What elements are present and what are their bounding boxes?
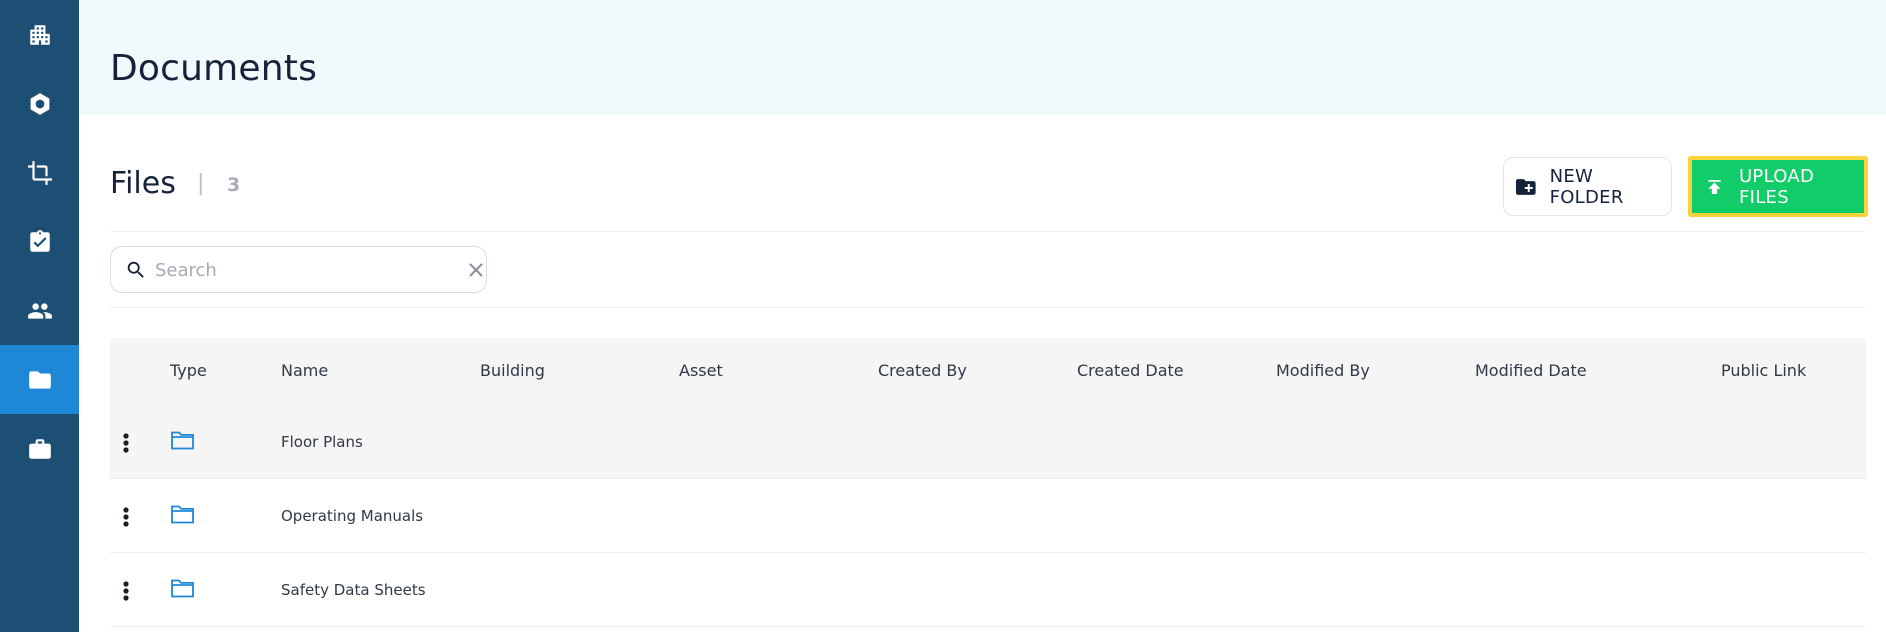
search-input[interactable]: [155, 255, 425, 285]
search-icon: [127, 261, 144, 278]
column-header-modified-by[interactable]: Modified By: [1276, 361, 1370, 380]
sidebar-item-crop[interactable]: [0, 138, 79, 207]
folder-plus-icon: [1515, 178, 1536, 195]
upload-icon: [1708, 179, 1721, 194]
folder-icon: [170, 577, 195, 599]
new-folder-label: NEW FOLDER: [1549, 165, 1624, 208]
sidebar-item-people[interactable]: [0, 276, 79, 345]
sidebar-item-assets[interactable]: [0, 69, 79, 138]
hexagon-icon: [30, 92, 49, 115]
upload-files-label: UPLOAD FILES: [1738, 165, 1815, 208]
folder-icon: [170, 429, 195, 451]
column-header-type[interactable]: Type: [170, 361, 207, 380]
table-row[interactable]: Operating Manuals: [110, 479, 1866, 553]
more-vert-icon[interactable]: [118, 505, 134, 529]
column-header-name[interactable]: Name: [281, 361, 328, 380]
more-vert-icon[interactable]: [118, 431, 134, 455]
documents-table: Type Name Building Asset Created By Crea…: [110, 338, 1866, 627]
close-icon[interactable]: [467, 261, 485, 279]
files-heading: Files: [110, 166, 176, 201]
sidebar-item-documents[interactable]: [0, 345, 79, 414]
sidebar-item-work[interactable]: [0, 414, 79, 483]
building-icon: [29, 24, 50, 45]
row-name[interactable]: Floor Plans: [281, 433, 363, 451]
column-header-public-link[interactable]: Public Link: [1721, 361, 1806, 380]
more-vert-icon[interactable]: [118, 579, 134, 603]
table-header: Type Name Building Asset Created By Crea…: [110, 338, 1866, 405]
table-row[interactable]: Safety Data Sheets: [110, 553, 1866, 627]
people-icon: [27, 302, 52, 319]
search-box: [110, 246, 487, 293]
upload-files-button[interactable]: UPLOAD FILES: [1688, 156, 1868, 217]
column-header-created-by[interactable]: Created By: [878, 361, 967, 380]
main-content: Documents Files | 3 NEW FOLDER UPLOAD FI…: [79, 0, 1886, 632]
clipboard-check-icon: [29, 229, 50, 252]
divider: [110, 231, 1865, 232]
files-separator: |: [197, 171, 205, 196]
new-folder-button[interactable]: NEW FOLDER: [1503, 157, 1672, 216]
column-header-created-date[interactable]: Created Date: [1077, 361, 1184, 380]
page-header: Documents: [79, 0, 1886, 115]
briefcase-icon: [28, 438, 51, 459]
crop-icon: [27, 160, 52, 185]
folder-icon: [28, 370, 51, 389]
column-header-asset[interactable]: Asset: [679, 361, 723, 380]
divider: [110, 307, 1865, 308]
row-name[interactable]: Operating Manuals: [281, 507, 423, 525]
sidebar-item-buildings[interactable]: [0, 0, 79, 69]
table-row[interactable]: Floor Plans: [110, 405, 1866, 479]
folder-icon: [170, 503, 195, 525]
column-header-modified-date[interactable]: Modified Date: [1475, 361, 1587, 380]
sidebar: [0, 0, 79, 632]
column-header-building[interactable]: Building: [480, 361, 545, 380]
sidebar-item-tasks[interactable]: [0, 207, 79, 276]
row-name[interactable]: Safety Data Sheets: [281, 581, 426, 599]
page-title: Documents: [110, 48, 318, 89]
files-count: 3: [227, 174, 241, 196]
